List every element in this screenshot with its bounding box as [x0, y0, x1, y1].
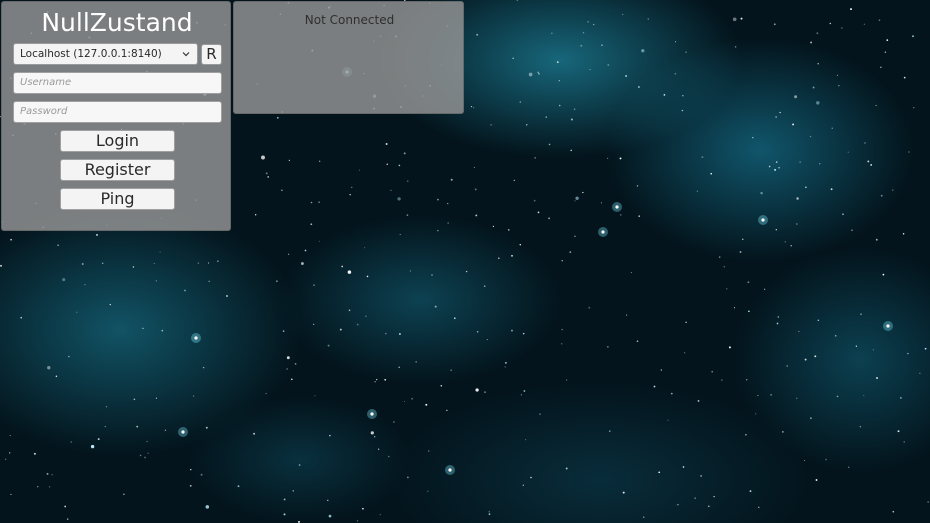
- connection-status-text: Not Connected: [304, 13, 395, 27]
- chevron-down-icon: [182, 52, 190, 57]
- server-select-value: Localhost (127.0.0.1:8140): [20, 48, 162, 60]
- login-button[interactable]: Login: [60, 130, 175, 152]
- register-button[interactable]: Register: [60, 159, 175, 181]
- server-select[interactable]: Localhost (127.0.0.1:8140): [13, 43, 198, 65]
- app-title: NullZustand: [41, 8, 193, 37]
- connection-status-panel: Not Connected: [233, 1, 464, 114]
- password-field[interactable]: Password: [13, 101, 222, 123]
- username-field[interactable]: Username: [13, 72, 222, 94]
- login-panel: NullZustand Localhost (127.0.0.1:8140) R…: [1, 1, 231, 231]
- refresh-button[interactable]: R: [201, 44, 222, 65]
- ping-button[interactable]: Ping: [60, 188, 175, 210]
